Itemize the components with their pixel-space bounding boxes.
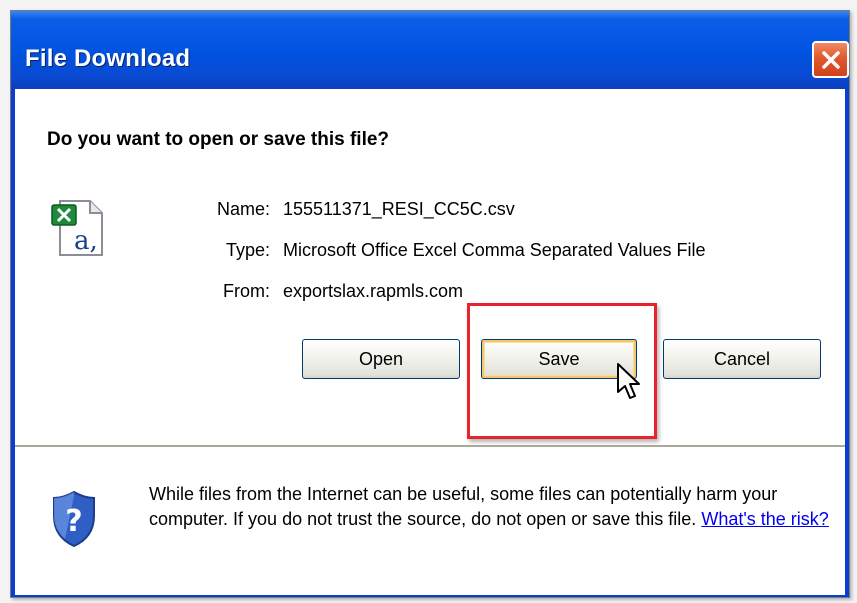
mouse-pointer-icon	[617, 363, 640, 399]
excel-csv-file-icon: a,	[51, 200, 103, 256]
warning-message: While files from the Internet can be use…	[149, 484, 778, 529]
name-label: Name:	[216, 199, 270, 219]
file-info-panel: Do you want to open or save this file? a…	[15, 89, 845, 445]
file-type-value: Microsoft Office Excel Comma Separated V…	[283, 240, 706, 260]
whats-the-risk-link[interactable]: What's the risk?	[701, 509, 828, 529]
dialog-client-area: Do you want to open or save this file? a…	[15, 89, 845, 595]
security-warning-panel: ? While files from the Internet can be u…	[15, 447, 845, 595]
security-warning-text: While files from the Internet can be use…	[149, 482, 839, 532]
title-bar[interactable]: File Download	[11, 11, 849, 89]
file-download-dialog: File Download Do you want to open or sav…	[10, 10, 850, 598]
svg-text:?: ?	[65, 504, 82, 539]
svg-text:a,: a,	[74, 226, 98, 256]
security-shield-question-icon: ?	[53, 490, 95, 548]
from-label: From:	[223, 281, 270, 301]
close-button[interactable]	[812, 41, 849, 78]
dialog-title: File Download	[25, 45, 191, 72]
dialog-question: Do you want to open or save this file?	[47, 129, 390, 150]
type-label: Type:	[225, 240, 270, 260]
cancel-button[interactable]: Cancel	[663, 339, 821, 379]
close-icon	[821, 50, 840, 69]
file-source-value: exportslax.rapmls.com	[283, 281, 464, 301]
file-name-value: 155511371_RESI_CC5C.csv	[283, 199, 515, 219]
open-button[interactable]: Open	[302, 339, 460, 379]
